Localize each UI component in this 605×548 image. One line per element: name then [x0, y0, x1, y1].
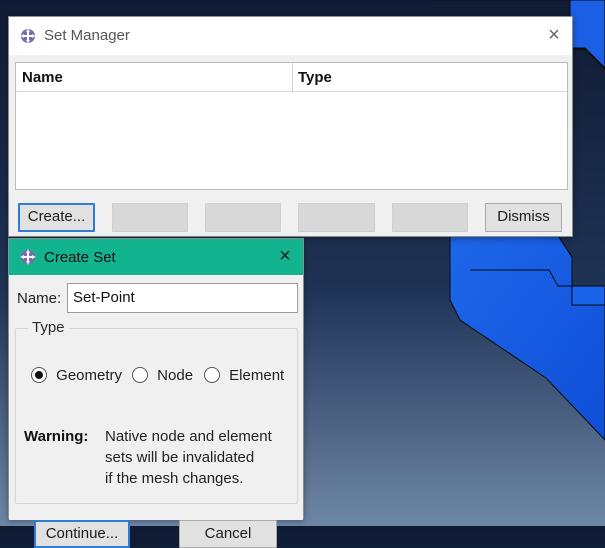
blue-solid-middle-block	[449, 230, 605, 441]
blue-solid-right-lower-face	[571, 285, 605, 306]
geometry-radio-label: Geometry	[56, 367, 123, 384]
dismiss-button[interactable]: Dismiss	[485, 203, 562, 232]
delete-button[interactable]: Delete...	[392, 203, 468, 232]
node-radio-label: Node	[157, 367, 194, 384]
column-separator	[292, 63, 293, 91]
name-label: Name:	[17, 290, 62, 307]
sets-table: Name Type	[15, 62, 568, 190]
continue-button[interactable]: Continue...	[34, 520, 130, 548]
close-icon[interactable]: ×	[544, 25, 564, 45]
app-icon	[19, 27, 37, 45]
element-radio[interactable]: Element	[204, 366, 284, 386]
set-manager-title: Set Manager	[44, 27, 130, 44]
radio-checked-icon	[31, 367, 47, 383]
create-set-body: Name: Set-Point Type Geometry Node Eleme…	[9, 275, 303, 548]
blue-solid-upper-side	[569, 0, 605, 69]
cancel-button[interactable]: Cancel	[179, 520, 277, 548]
set-name-input[interactable]: Set-Point	[67, 283, 298, 313]
copy-button[interactable]: Copy...	[205, 203, 281, 232]
radio-unchecked-icon	[132, 367, 148, 383]
rename-button[interactable]: Rename...	[298, 203, 375, 232]
create-set-window: Create Set × Name: Set-Point Type Geomet…	[8, 238, 304, 548]
warning-text-line: Native node and element	[105, 428, 272, 445]
set-manager-titlebar: Set Manager ×	[9, 17, 572, 55]
edit-button[interactable]: Edit...	[112, 203, 188, 232]
warning-text-line: sets will be invalidated	[105, 449, 255, 466]
radio-unchecked-icon	[204, 367, 220, 383]
create-set-title: Create Set	[44, 249, 116, 266]
type-group: Type Geometry Node Element Warning: Nati…	[15, 319, 298, 504]
table-column-type: Type	[298, 69, 332, 86]
table-column-name: Name	[22, 69, 63, 86]
type-group-title: Type	[28, 319, 69, 336]
warning-label: Warning:	[24, 428, 89, 445]
warning-text-line: if the mesh changes.	[105, 470, 244, 487]
create-set-titlebar: Create Set ×	[9, 239, 303, 275]
close-icon[interactable]: ×	[275, 246, 295, 266]
geometry-radio[interactable]: Geometry	[31, 366, 122, 386]
set-manager-window: Set Manager × Name Type Create... Edit..…	[8, 16, 573, 237]
element-radio-label: Element	[229, 367, 285, 384]
app-icon	[19, 248, 37, 266]
sets-table-header: Name Type	[16, 63, 567, 92]
node-radio[interactable]: Node	[132, 366, 193, 386]
create-button[interactable]: Create...	[18, 203, 95, 232]
